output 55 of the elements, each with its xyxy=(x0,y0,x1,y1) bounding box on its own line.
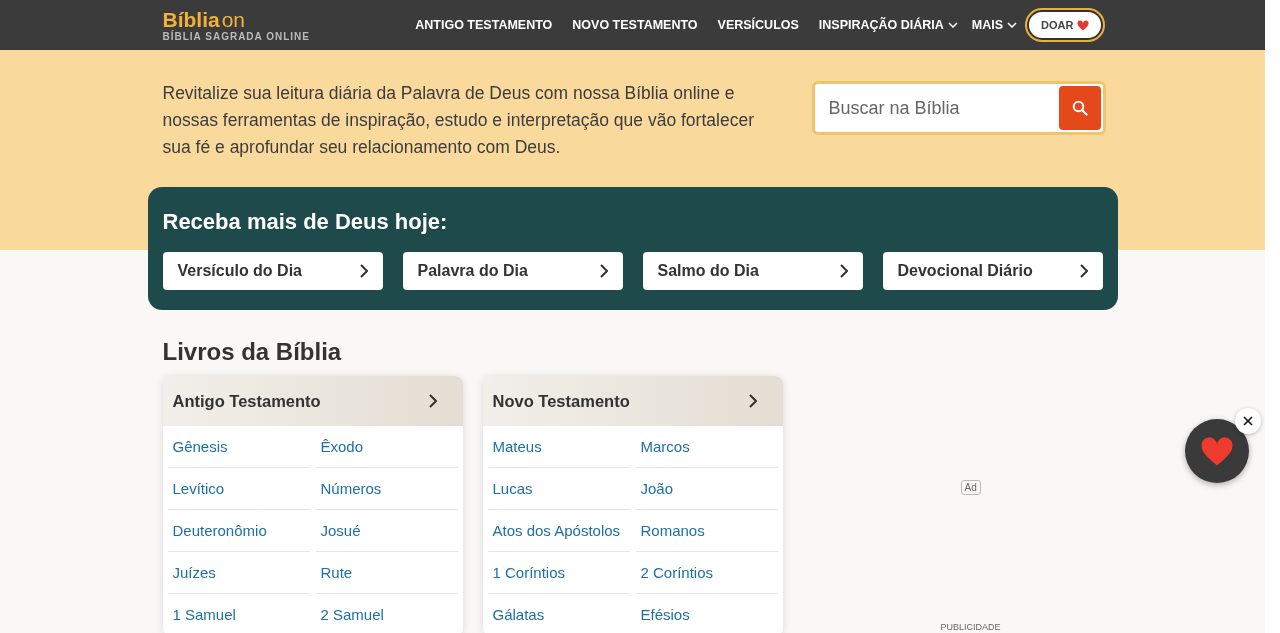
intro-text: Revitalize sua leitura diária da Palavra de Deus com nossa Bíblia online e nossas ferramentas de inspiração, estudo e interpretação que vão fortalecer sua fé e aprofundar seu relacionamento com Deus. xyxy=(162,82,755,159)
daily-link-button[interactable]: Palavra do Dia xyxy=(402,252,623,290)
chevron-down-icon xyxy=(947,22,958,28)
chevron-right-icon xyxy=(1079,264,1088,278)
chevron-right-icon xyxy=(839,264,848,278)
book-link[interactable]: Gálatas xyxy=(487,594,630,633)
nav-link[interactable]: INSPIRAÇÃO DIÁRIA xyxy=(818,18,958,32)
ad-badge: Ad xyxy=(960,480,981,495)
chevron-right-icon xyxy=(748,394,757,408)
book-link[interactable]: Marcos xyxy=(635,426,778,468)
chevron-right-icon xyxy=(599,264,608,278)
book-link[interactable]: 1 Samuel xyxy=(167,594,310,633)
book-link[interactable]: 2 Coríntios xyxy=(635,552,778,594)
close-icon xyxy=(1243,416,1253,426)
book-link[interactable]: Gênesis xyxy=(167,426,310,468)
nav-link[interactable]: MAIS xyxy=(971,18,1018,32)
donate-float-button[interactable] xyxy=(1185,419,1249,483)
nav-link[interactable]: NOVO TESTAMENTO xyxy=(572,18,698,32)
book-link[interactable]: 2 Samuel xyxy=(315,594,458,633)
book-link[interactable]: Levítico xyxy=(167,468,310,510)
chevron-right-icon xyxy=(428,394,437,408)
book-link[interactable]: Rute xyxy=(315,552,458,594)
close-button[interactable] xyxy=(1235,408,1261,434)
book-link[interactable]: Juízes xyxy=(167,552,310,594)
testament-header-link[interactable]: Novo Testamento xyxy=(482,376,783,426)
site-logo[interactable]: Bíbliaon BÍBLIA SAGRADA ONLINE xyxy=(162,8,323,42)
chevron-down-icon xyxy=(1007,22,1018,28)
section-title: Livros da Bíblia xyxy=(162,338,343,366)
daily-link-button[interactable]: Devocional Diário xyxy=(882,252,1103,290)
book-link[interactable]: João xyxy=(635,468,778,510)
book-link[interactable]: Deuteronômio xyxy=(167,510,310,552)
heart-icon xyxy=(1200,435,1234,467)
search-icon xyxy=(1071,100,1088,116)
testament-header-link[interactable]: Antigo Testamento xyxy=(162,376,463,426)
book-link[interactable]: Mateus xyxy=(487,426,630,468)
book-link[interactable]: Lucas xyxy=(487,468,630,510)
search-bar[interactable]: Buscar na Bíblia xyxy=(811,81,1106,135)
nav-link[interactable]: ANTIGO TESTAMENTO xyxy=(415,18,553,32)
daily-link-button[interactable]: Salmo do Dia xyxy=(642,252,863,290)
ad-label: PUBLICIDADE xyxy=(940,622,1001,632)
book-link[interactable]: Efésios xyxy=(635,594,778,633)
book-link[interactable]: Êxodo xyxy=(315,426,458,468)
donate-button[interactable]: DOAR xyxy=(1027,10,1103,40)
book-link[interactable]: Números xyxy=(315,468,458,510)
book-link[interactable]: Josué xyxy=(315,510,458,552)
heart-icon xyxy=(1076,19,1089,31)
book-link[interactable]: Atos dos Apóstolos xyxy=(487,510,630,552)
book-link[interactable]: 1 Coríntios xyxy=(487,552,630,594)
book-link[interactable]: Romanos xyxy=(635,510,778,552)
search-field[interactable]: Buscar na Bíblia xyxy=(816,86,1059,130)
search-button[interactable] xyxy=(1058,86,1101,130)
panel-title: Receba mais de Deus hoje: xyxy=(162,209,449,235)
chevron-right-icon xyxy=(359,264,368,278)
daily-link-button[interactable]: Versículo do Dia xyxy=(162,252,383,290)
nav-link[interactable]: VERSÍCULOS xyxy=(717,18,799,32)
